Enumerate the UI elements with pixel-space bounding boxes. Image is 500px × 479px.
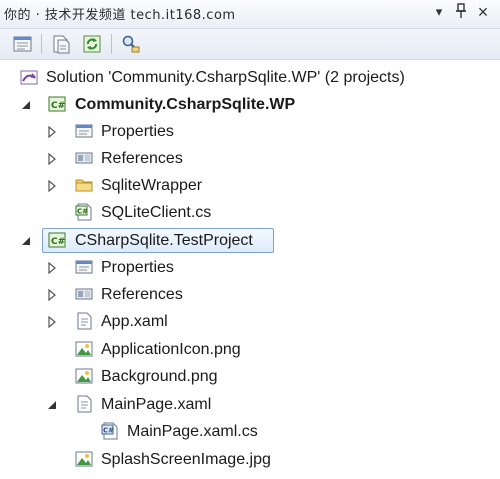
tree-item-label: ApplicationIcon.png — [101, 341, 241, 358]
tree-item-label: MainPage.xaml.cs — [127, 423, 258, 440]
csharp-project-icon: C# — [48, 95, 66, 113]
folder-icon — [75, 176, 93, 194]
csharp-file-icon: C# — [75, 203, 93, 221]
properties-icon — [75, 122, 93, 140]
svg-text:C#: C# — [77, 208, 88, 216]
tree-item-project[interactable]: C# Community.CsharpSqlite.WP — [0, 91, 500, 118]
image-file-icon — [75, 340, 93, 358]
expand-arrow-icon[interactable] — [46, 152, 58, 166]
expand-arrow-icon[interactable] — [46, 261, 58, 275]
tree-item-label: Community.CsharpSqlite.WP — [75, 96, 296, 113]
tree-item-file[interactable]: App.xaml — [0, 308, 500, 335]
panel-title: 你的 · 技术开发频道 tech.it168.com — [4, 8, 236, 23]
tree-item-references[interactable]: References — [0, 281, 500, 308]
xaml-file-icon — [75, 395, 93, 413]
class-diagram-icon[interactable] — [120, 34, 142, 54]
csharp-project-icon: C# — [48, 231, 66, 249]
dropdown-icon[interactable]: ▾ — [430, 3, 448, 21]
tree-item-label: SQLiteClient.cs — [101, 204, 212, 221]
toolbar-separator — [41, 34, 42, 54]
tree-item-label: Background.png — [101, 368, 218, 385]
solution-explorer-toolbar — [0, 29, 500, 60]
tree-item-file[interactable]: SplashScreenImage.jpg — [0, 446, 500, 473]
tree-item-properties[interactable]: Properties — [0, 254, 500, 281]
tree-item-file[interactable]: Background.png — [0, 363, 500, 390]
properties-icon[interactable] — [12, 34, 34, 54]
refresh-icon[interactable] — [81, 34, 103, 54]
tree-item-label: CSharpSqlite.TestProject — [75, 232, 253, 249]
image-file-icon — [75, 367, 93, 385]
tree-item-file[interactable]: C# MainPage.xaml.cs — [0, 418, 500, 445]
solution-icon — [20, 68, 38, 86]
toolbar-separator — [111, 34, 112, 54]
tree-item-label: Properties — [101, 259, 174, 276]
tree-item-file[interactable]: C# SQLiteClient.cs — [0, 199, 500, 226]
csharp-code-file-icon: C# — [101, 422, 119, 440]
tree-item-folder[interactable]: SqliteWrapper — [0, 172, 500, 199]
expand-arrow-icon[interactable] — [46, 288, 58, 302]
expand-arrow-icon[interactable] — [46, 315, 58, 329]
tree-item-label: MainPage.xaml — [101, 396, 212, 413]
properties-icon — [75, 258, 93, 276]
tree-item-label: References — [101, 286, 183, 303]
tree-item-project-selected[interactable]: C# CSharpSqlite.TestProject — [0, 227, 500, 254]
tree-item-label: Properties — [101, 123, 174, 140]
tree-item-label: App.xaml — [101, 313, 168, 330]
references-icon — [75, 149, 93, 167]
tree-item-label: SqliteWrapper — [101, 177, 203, 194]
tree-item-solution[interactable]: Solution 'Community.CsharpSqlite.WP' (2 … — [0, 64, 500, 91]
svg-text:C#: C# — [103, 427, 114, 435]
tree-item-label: Solution 'Community.CsharpSqlite.WP' (2 … — [46, 69, 405, 86]
tree-item-label: References — [101, 150, 183, 167]
references-icon — [75, 285, 93, 303]
svg-text:C#: C# — [51, 237, 65, 247]
collapse-arrow-icon[interactable] — [46, 398, 58, 410]
panel-titlebar: 你的 · 技术开发频道 tech.it168.com ▾ × — [0, 0, 500, 29]
collapse-arrow-icon[interactable] — [20, 98, 32, 110]
tree-item-properties[interactable]: Properties — [0, 118, 500, 145]
image-file-icon — [75, 450, 93, 468]
expand-arrow-icon[interactable] — [46, 179, 58, 193]
tree-item-label: SplashScreenImage.jpg — [101, 451, 271, 468]
svg-text:C#: C# — [51, 101, 65, 111]
expand-arrow-icon[interactable] — [46, 125, 58, 139]
close-icon[interactable]: × — [474, 3, 492, 21]
collapse-arrow-icon[interactable] — [20, 234, 32, 246]
tree-item-file-expanded[interactable]: MainPage.xaml — [0, 391, 500, 418]
tree-item-file[interactable]: ApplicationIcon.png — [0, 336, 500, 363]
pin-icon[interactable] — [452, 3, 470, 21]
tree-item-references[interactable]: References — [0, 145, 500, 172]
solution-tree: Solution 'Community.CsharpSqlite.WP' (2 … — [0, 60, 500, 479]
xaml-file-icon — [75, 312, 93, 330]
show-all-files-icon[interactable] — [51, 34, 73, 54]
